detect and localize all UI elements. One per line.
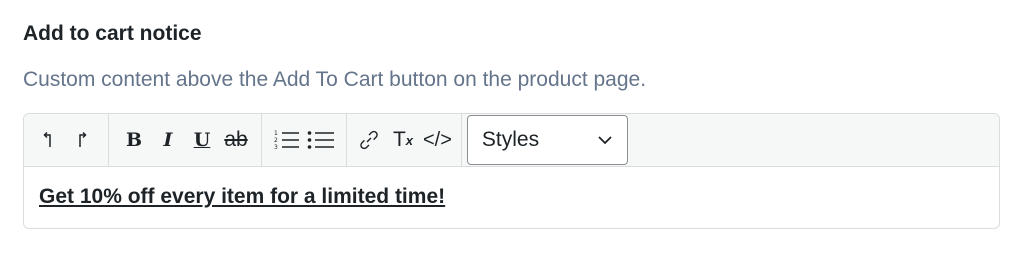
link-icon xyxy=(360,130,378,150)
styles-dropdown[interactable]: Styles xyxy=(466,115,628,165)
numbered-list-icon: 1 2 3 xyxy=(274,130,299,151)
clear-formatting-button[interactable]: Tx xyxy=(386,120,420,160)
bullet-list-button[interactable] xyxy=(304,120,338,160)
rich-text-editor: B I U ab 1 2 3 T x </> Styles Get 10% of… xyxy=(23,113,1000,229)
clear-format-sub: x xyxy=(405,132,414,148)
underline-button[interactable]: U xyxy=(185,120,219,160)
undo-icon xyxy=(43,131,51,147)
svg-text:2: 2 xyxy=(274,137,278,144)
editor-toolbar: B I U ab 1 2 3 T x </> Styles xyxy=(24,114,999,167)
italic-button[interactable]: I xyxy=(151,120,185,160)
svg-text:3: 3 xyxy=(274,144,278,151)
undo-button[interactable] xyxy=(32,120,66,160)
redo-button[interactable] xyxy=(66,120,100,160)
svg-text:1: 1 xyxy=(274,130,278,137)
field-description: Custom content above the Add To Cart but… xyxy=(23,68,647,91)
ordered-list-button[interactable]: 1 2 3 xyxy=(270,120,304,160)
history-group xyxy=(24,114,109,166)
editor-content-area[interactable]: Get 10% off every item for a limited tim… xyxy=(24,167,999,227)
misc-group: Tx </> Styles xyxy=(347,114,628,166)
strikethrough-button[interactable]: ab xyxy=(219,120,253,160)
chevron-down-icon xyxy=(598,136,612,145)
bold-button[interactable]: B xyxy=(117,120,151,160)
styles-dropdown-value: Styles xyxy=(481,128,540,151)
clear-format-label: T xyxy=(392,128,406,151)
toolbar-divider xyxy=(455,114,462,166)
list-group: 1 2 3 xyxy=(262,114,347,166)
field-title: Add to cart notice xyxy=(23,22,202,45)
link-button[interactable] xyxy=(352,120,386,160)
format-group: B I U ab xyxy=(109,114,262,166)
source-code-button[interactable]: </> xyxy=(420,120,455,160)
editor-content-text: Get 10% off every item for a limited tim… xyxy=(39,185,446,208)
redo-icon xyxy=(79,131,87,147)
bullet-list-icon xyxy=(307,131,334,149)
